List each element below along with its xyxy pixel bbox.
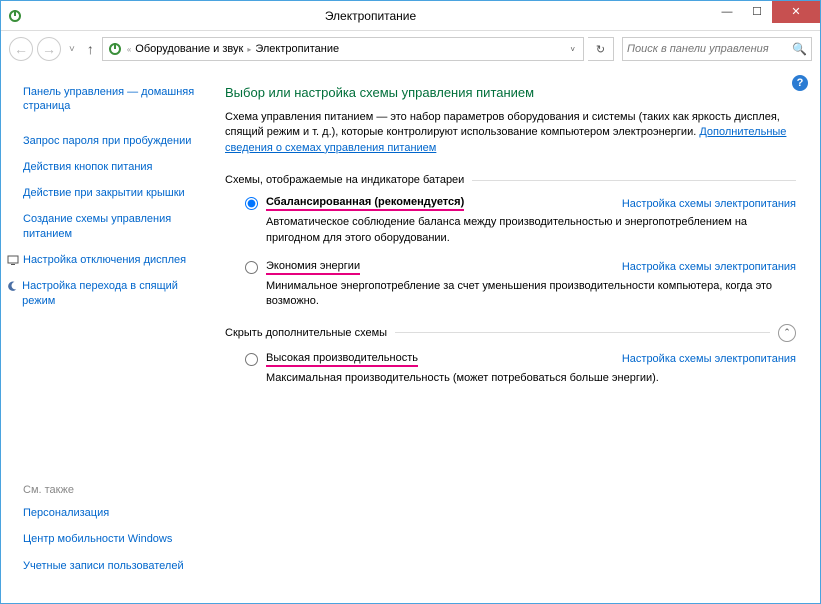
plan-balanced: Сбалансированная (рекомендуется) Настрой… — [245, 196, 796, 246]
sidebar: Панель управления — домашняя страница За… — [1, 67, 213, 603]
group-extra-heading: Скрыть дополнительные схемы — [225, 327, 387, 339]
sidebar-item-powerbuttons[interactable]: Действия кнопок питания — [23, 160, 201, 174]
plan-saver: Экономия энергии Настройка схемы электро… — [245, 260, 796, 310]
plan-balanced-name[interactable]: Сбалансированная (рекомендуется) — [266, 196, 464, 211]
search-input[interactable] — [627, 43, 792, 55]
breadcrumb-item-2[interactable]: Электропитание — [255, 43, 339, 55]
nav-toolbar: ← → ˅ ↑ « Оборудование и звук ▸ Электроп… — [1, 31, 820, 67]
search-box[interactable]: 🔍 — [622, 37, 812, 61]
collapse-button[interactable]: ⌃ — [778, 324, 796, 342]
plan-highperf: Высокая производительность Настройка схе… — [245, 352, 796, 386]
refresh-button[interactable]: ↻ — [588, 37, 614, 61]
close-button[interactable]: ✕ — [772, 1, 820, 23]
chevron-left-icon[interactable]: « — [125, 45, 133, 54]
search-icon[interactable]: 🔍 — [792, 42, 807, 56]
app-icon — [1, 8, 29, 24]
history-dropdown-icon[interactable]: ˅ — [65, 44, 79, 55]
plan-balanced-settings-link[interactable]: Настройка схемы электропитания — [622, 198, 796, 210]
page-title: Выбор или настройка схемы управления пит… — [225, 85, 796, 100]
sidebar-home[interactable]: Панель управления — домашняя страница — [23, 85, 201, 114]
plan-highperf-settings-link[interactable]: Настройка схемы электропитания — [622, 353, 796, 365]
see-also-accounts[interactable]: Учетные записи пользователей — [23, 559, 184, 573]
plan-balanced-desc: Автоматическое соблюдение баланса между … — [266, 215, 796, 246]
see-also-personalization[interactable]: Персонализация — [23, 506, 184, 520]
main-pane: ? Выбор или настройка схемы управления п… — [213, 67, 820, 603]
minimize-button[interactable]: — — [712, 1, 742, 23]
see-also: См. также Персонализация Центр мобильнос… — [23, 484, 184, 585]
see-also-heading: См. также — [23, 484, 184, 496]
sidebar-item-lidclose[interactable]: Действие при закрытии крышки — [23, 186, 201, 200]
breadcrumb[interactable]: « Оборудование и звук ▸ Электропитание ˅ — [102, 37, 584, 61]
divider — [472, 180, 796, 181]
back-button[interactable]: ← — [9, 37, 33, 61]
plan-highperf-desc: Максимальная производительность (может п… — [266, 371, 796, 386]
plan-saver-desc: Минимальное энергопотребление за счет ум… — [266, 279, 796, 310]
sidebar-item-createplan[interactable]: Создание схемы управления питанием — [23, 212, 201, 241]
sidebar-item-displayoff[interactable]: Настройка отключения дисплея — [23, 253, 186, 267]
moon-icon — [7, 280, 18, 292]
breadcrumb-dropdown-icon[interactable]: ˅ — [570, 45, 579, 54]
plan-saver-settings-link[interactable]: Настройка схемы электропитания — [622, 261, 796, 273]
divider — [395, 332, 770, 333]
intro-text: Схема управления питанием — это набор па… — [225, 110, 796, 156]
breadcrumb-icon — [107, 41, 123, 57]
chevron-right-icon: ▸ — [245, 45, 253, 54]
breadcrumb-item-1[interactable]: Оборудование и звук — [135, 43, 243, 55]
group-battery-heading: Схемы, отображаемые на индикаторе батаре… — [225, 174, 464, 186]
help-icon[interactable]: ? — [792, 75, 808, 91]
intro-span: Схема управления питанием — это набор па… — [225, 111, 780, 138]
sidebar-item-sleep[interactable]: Настройка перехода в спящий режим — [22, 279, 201, 308]
sidebar-item-wakepassword[interactable]: Запрос пароля при пробуждении — [23, 134, 201, 148]
plan-highperf-radio[interactable] — [245, 353, 258, 366]
titlebar: Электропитание — ☐ ✕ — [1, 1, 820, 31]
plan-saver-radio[interactable] — [245, 261, 258, 274]
forward-button[interactable]: → — [37, 37, 61, 61]
window-title: Электропитание — [29, 9, 712, 23]
maximize-button[interactable]: ☐ — [742, 1, 772, 23]
plan-balanced-radio[interactable] — [245, 197, 258, 210]
see-also-mobility[interactable]: Центр мобильности Windows — [23, 532, 184, 546]
plan-highperf-name[interactable]: Высокая производительность — [266, 352, 418, 367]
plan-saver-name[interactable]: Экономия энергии — [266, 260, 360, 275]
up-button[interactable]: ↑ — [83, 41, 98, 57]
display-icon — [7, 254, 19, 266]
